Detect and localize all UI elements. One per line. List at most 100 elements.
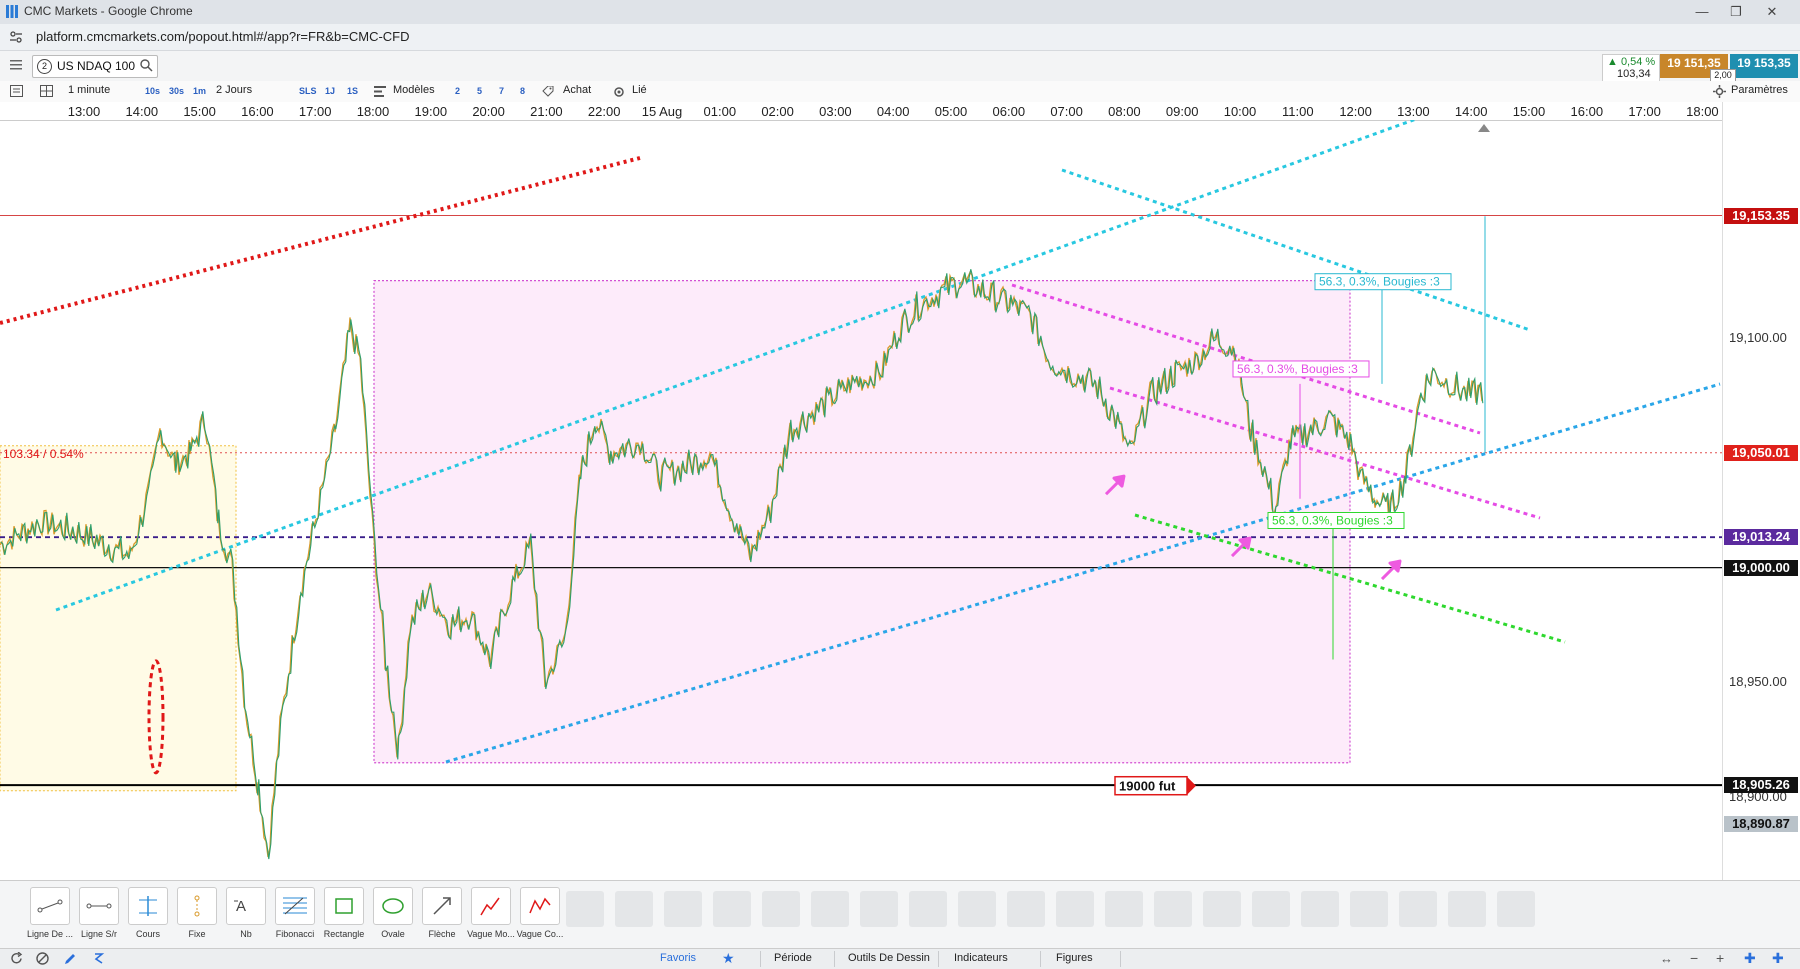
empty-tool-slot[interactable]: [1350, 891, 1388, 927]
session-zone: [0, 445, 237, 792]
empty-tool-slot[interactable]: [664, 891, 702, 927]
close-button[interactable]: ✕: [1758, 3, 1786, 21]
gear-icon[interactable]: [1713, 85, 1726, 101]
tool-fibonacci[interactable]: Fibonacci: [269, 887, 321, 939]
empty-tool-slot[interactable]: [958, 891, 996, 927]
time-axis-label: 13:00: [67, 104, 101, 119]
empty-tool-slot[interactable]: [860, 891, 898, 927]
tool-line[interactable]: Ligne De ...: [24, 887, 76, 939]
time-axis: 13:00 14:00 15:00 16:00 17:00 18:00 19:00 20:00…: [0, 102, 1722, 121]
empty-tool-slot[interactable]: [1252, 891, 1290, 927]
bottom-tab-figures[interactable]: Figures: [1056, 952, 1093, 964]
empty-tool-slot[interactable]: [615, 891, 653, 927]
empty-tool-slot[interactable]: [811, 891, 849, 927]
templates-button[interactable]: Modèles: [393, 84, 435, 96]
interval-1m[interactable]: 1m: [193, 86, 206, 96]
crosshair-icon[interactable]: ✚: [1744, 950, 1756, 967]
bottom-tab-favoris[interactable]: Favoris: [660, 952, 696, 964]
layout-icon[interactable]: [40, 85, 53, 100]
empty-tool-slot[interactable]: [1154, 891, 1192, 927]
tab-divider: [938, 951, 939, 967]
buy-button[interactable]: 19 153,35: [1730, 54, 1798, 78]
arrow-marker-3-icon[interactable]: [1380, 559, 1402, 581]
tool-price[interactable]: Cours: [122, 887, 174, 939]
fixed-icon-button[interactable]: [177, 887, 217, 925]
zoom-in-icon[interactable]: +: [1716, 950, 1724, 966]
price-icon-button[interactable]: [128, 887, 168, 925]
wave-corrective-icon-button[interactable]: [520, 887, 560, 925]
empty-tool-slot[interactable]: [1301, 891, 1339, 927]
empty-tool-slot[interactable]: [1203, 891, 1241, 927]
zoom-fit-icon[interactable]: ↔: [1660, 951, 1673, 966]
restore-button[interactable]: ❐: [1722, 3, 1750, 21]
empty-tool-slot[interactable]: [1105, 891, 1143, 927]
time-axis-label: 16:00: [241, 104, 274, 119]
delete-drawings-icon[interactable]: [36, 952, 49, 968]
empty-tool-slot[interactable]: [1007, 891, 1045, 927]
empty-tool-slot[interactable]: [1497, 891, 1535, 927]
empty-tool-slot[interactable]: [566, 891, 604, 927]
line-icon-button[interactable]: [30, 887, 70, 925]
achat-button[interactable]: Achat: [563, 84, 591, 96]
tool-arrow[interactable]: Flèche: [416, 887, 468, 939]
interval-30s[interactable]: 30s: [169, 86, 184, 96]
fibonacci-icon-button[interactable]: [275, 887, 315, 925]
text-icon-button[interactable]: A: [226, 887, 266, 925]
template-8[interactable]: 8: [520, 86, 525, 96]
template-2[interactable]: 2: [455, 86, 460, 96]
price-tag: 19,050.01: [1724, 444, 1798, 461]
price-axis[interactable]: 19,100.0019,050.0019,000.0018,950.0018,9…: [1722, 102, 1800, 880]
empty-tool-slot[interactable]: [1399, 891, 1437, 927]
menu-icon[interactable]: [10, 59, 22, 73]
magnet-icon[interactable]: [92, 952, 105, 968]
fib-label-cyan: 56.3, 0.3%, Bougies :3: [1319, 275, 1440, 289]
range-1j[interactable]: 1J: [325, 86, 335, 96]
zoom-out-icon[interactable]: −: [1690, 950, 1698, 966]
crosshair-alt-icon[interactable]: ✚: [1772, 950, 1784, 967]
empty-tool-slot[interactable]: [1448, 891, 1486, 927]
instrument-search-box[interactable]: 2 US NDAQ 100: [32, 55, 158, 78]
bottom-tab-outils-de-dessin[interactable]: Outils De Dessin: [848, 952, 930, 964]
tool-text[interactable]: A Nb: [220, 887, 272, 939]
time-axis-label: 17:00: [1628, 104, 1661, 119]
linked-button[interactable]: Lié: [632, 84, 647, 96]
tool-oval[interactable]: Ovale: [367, 887, 419, 939]
tool-label: Rectangle: [323, 929, 365, 939]
template-7[interactable]: 7: [499, 86, 504, 96]
range-select[interactable]: 2 Jours: [216, 84, 252, 96]
minimize-button[interactable]: —: [1688, 3, 1716, 21]
oval-icon-button[interactable]: [373, 887, 413, 925]
template-5[interactable]: 5: [477, 86, 482, 96]
interval-select[interactable]: 1 minute: [68, 84, 110, 96]
tool-wave[interactable]: Vague Mo...: [465, 887, 517, 939]
list-view-icon[interactable]: [10, 85, 23, 100]
refresh-icon[interactable]: [10, 951, 23, 968]
empty-tool-slot[interactable]: [762, 891, 800, 927]
range-sls[interactable]: SLS: [299, 86, 317, 96]
site-info-icon[interactable]: [8, 29, 24, 45]
price-chart[interactable]: 56.3, 0.3%, Bougies :3 56.3, 0.3%, Bougie…: [0, 120, 1722, 880]
empty-tool-slot[interactable]: [713, 891, 751, 927]
wave-icon-button[interactable]: [471, 887, 511, 925]
empty-tool-slot[interactable]: [909, 891, 947, 927]
arrow-icon-button[interactable]: [422, 887, 462, 925]
time-axis-label: 04:00: [876, 104, 910, 119]
search-icon[interactable]: [140, 59, 153, 72]
favorites-star-icon[interactable]: ★: [722, 950, 735, 967]
alert-triangle-icon[interactable]: [1478, 124, 1490, 132]
sr-line-icon-button[interactable]: [79, 887, 119, 925]
empty-tool-slot[interactable]: [1056, 891, 1094, 927]
tool-rectangle[interactable]: Rectangle: [318, 887, 370, 939]
interval-10s[interactable]: 10s: [145, 86, 160, 96]
range-1s[interactable]: 1S: [347, 86, 358, 96]
bottom-tab-indicateurs[interactable]: Indicateurs: [954, 952, 1008, 964]
time-axis-label: 02:00: [761, 104, 794, 119]
tool-sr-line[interactable]: Ligne S/r: [73, 887, 125, 939]
settings-button[interactable]: Paramètres: [1731, 84, 1788, 96]
pencil-icon[interactable]: [64, 952, 77, 968]
tool-fixed[interactable]: Fixe: [171, 887, 223, 939]
bottom-tab-p-riode[interactable]: Période: [774, 952, 812, 964]
tool-wave-corrective[interactable]: Vague Co...: [514, 887, 566, 939]
rectangle-icon-button[interactable]: [324, 887, 364, 925]
url-text[interactable]: platform.cmcmarkets.com/popout.html#/app…: [36, 29, 410, 44]
